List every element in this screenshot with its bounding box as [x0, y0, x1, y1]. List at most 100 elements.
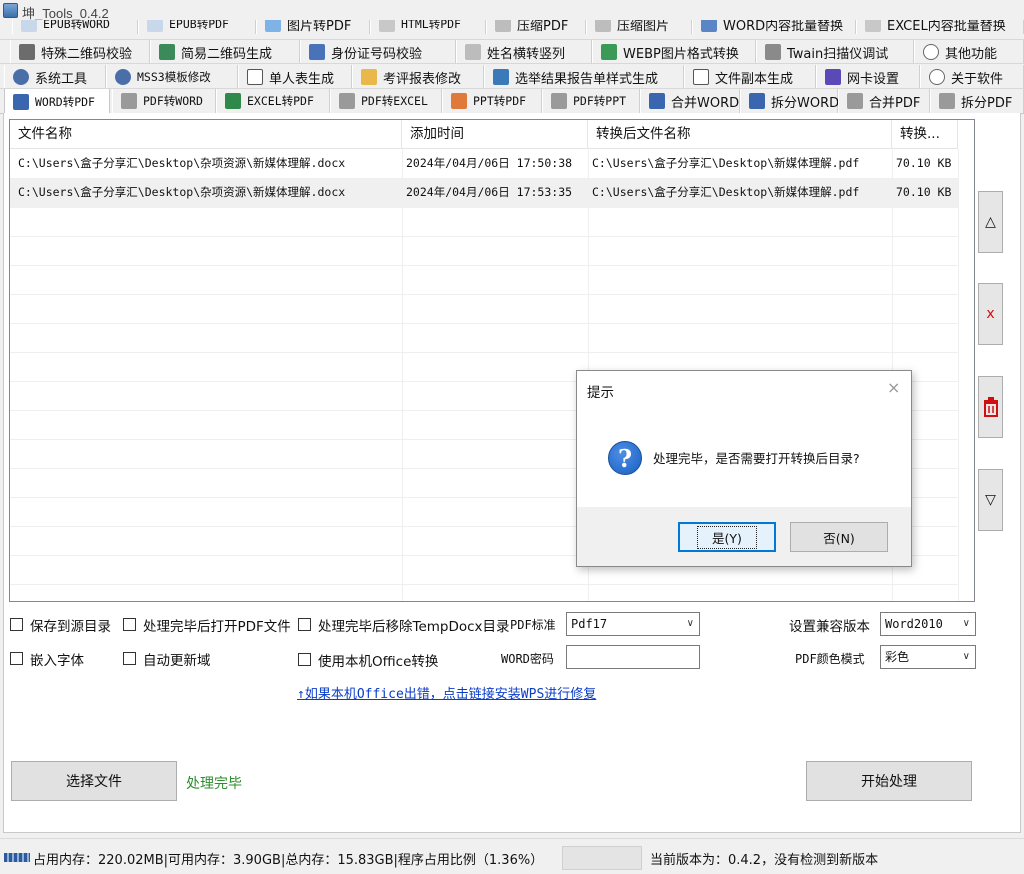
tab-label: WEBP图片格式转换: [623, 46, 739, 62]
tab-mss3-template[interactable]: MSS3模板修改: [106, 65, 238, 88]
yes-button[interactable]: 是(Y): [678, 522, 776, 552]
tab-merge-pdf[interactable]: 合并PDF: [838, 89, 930, 113]
use-office-checkbox[interactable]: [298, 653, 311, 666]
tab-pdf-to-excel[interactable]: PDF转EXCEL: [330, 89, 442, 113]
tab-html-to-pdf[interactable]: HTML转PDF: [370, 20, 486, 34]
tab-label: 身份证号码校验: [331, 46, 423, 62]
tab-simple-qr-gen[interactable]: 简易二维码生成: [150, 40, 300, 63]
scanner-icon: [765, 44, 781, 60]
column-header-added-time[interactable]: 添加时间: [402, 120, 588, 149]
html-icon: [379, 20, 395, 32]
tab-epub-to-word[interactable]: EPUB转WORD: [12, 20, 138, 34]
pdf-standard-label: PDF标准: [510, 618, 556, 632]
tab-merge-word[interactable]: 合并WORD: [640, 89, 740, 113]
title-bar: 坤_Tools_0.4.2: [0, 0, 1024, 22]
qrcode-icon: [19, 44, 35, 60]
select-file-button[interactable]: 选择文件: [11, 761, 177, 801]
tab-excel-batch-replace[interactable]: EXCEL内容批量替换: [856, 20, 1024, 34]
column-header-convert-size[interactable]: 转换...: [892, 120, 958, 149]
tab-label: EXCEL内容批量替换: [887, 20, 1006, 34]
chevron-down-icon: ∨: [962, 651, 970, 662]
file-icon: [693, 69, 709, 85]
remove-item-button[interactable]: x: [978, 283, 1003, 345]
tab-id-check[interactable]: 身份证号码校验: [300, 40, 456, 63]
tab-label: WORD内容批量替换: [723, 20, 844, 34]
tab-compress-pdf[interactable]: 压缩PDF: [486, 20, 586, 34]
tab-label: PDF转PPT: [573, 94, 627, 108]
tab-single-table[interactable]: 单人表生成: [238, 65, 352, 88]
pdf-color-mode-select[interactable]: 彩色 ∨: [880, 645, 976, 669]
tab-word-to-pdf[interactable]: WORD转PDF: [4, 89, 110, 113]
word-password-input[interactable]: [566, 645, 700, 669]
table-row[interactable]: C:\Users\盒子分享汇\Desktop\杂项资源\新媒体理解.docx 2…: [10, 149, 958, 178]
install-wps-link[interactable]: ↑如果本机Office出错，点击链接安装WPS进行修复: [297, 683, 596, 702]
cell-filename: C:\Users\盒子分享汇\Desktop\杂项资源\新媒体理解.docx: [18, 185, 346, 199]
tab-split-pdf[interactable]: 拆分PDF: [930, 89, 1024, 113]
tab-report-edit[interactable]: 考评报表修改: [352, 65, 484, 88]
auto-update-checkbox[interactable]: [123, 652, 136, 665]
compat-version-label: 设置兼容版本: [789, 619, 870, 635]
dialog-close-icon[interactable]: ×: [887, 378, 900, 397]
tab-election-report[interactable]: 选举结果报告单样式生成: [484, 65, 684, 88]
version-info: 当前版本为：0.4.2，没有检测到新版本: [650, 853, 879, 868]
pdf-color-mode-value: 彩色: [885, 650, 910, 664]
save-to-source-checkbox[interactable]: [10, 618, 23, 631]
tab-twain-debug[interactable]: Twain扫描仪调试: [756, 40, 914, 63]
grid-line: [10, 265, 958, 266]
confirm-dialog: 提示 × ? 处理完毕，是否需要打开转换后目录? 是(Y) 否(N): [576, 370, 912, 567]
remove-temp-checkbox[interactable]: [298, 618, 311, 631]
tab-epub-to-pdf[interactable]: EPUB转PDF: [138, 20, 256, 34]
tab-name-vertical[interactable]: 姓名横转竖列: [456, 40, 592, 63]
excel-icon: [865, 20, 881, 32]
tab-ppt-to-pdf[interactable]: PPT转PDF: [442, 89, 542, 113]
tab-row-epub: EPUB转WORD EPUB转PDF 图片转PDF HTML转PDF 压缩PDF…: [0, 20, 1024, 40]
tab-about[interactable]: 关于软件: [920, 65, 1024, 88]
remove-temp-label: 处理完毕后移除TempDocx目录: [318, 619, 510, 635]
tab-compress-image[interactable]: 压缩图片: [586, 20, 692, 34]
grid-line: [10, 584, 958, 585]
move-up-button[interactable]: △: [978, 191, 1003, 253]
tab-pdf-to-ppt[interactable]: PDF转PPT: [542, 89, 640, 113]
column-header-output-name[interactable]: 转换后文件名称: [588, 120, 892, 149]
compat-version-select[interactable]: Word2010 ∨: [880, 612, 976, 636]
clear-list-button[interactable]: [978, 376, 1003, 438]
tab-label: 其他功能: [945, 46, 998, 62]
tab-other-functions[interactable]: 其他功能: [914, 40, 1024, 63]
no-button[interactable]: 否(N): [790, 522, 888, 552]
more-icon: [923, 44, 939, 60]
pdf-standard-select[interactable]: Pdf17 ∨: [566, 612, 700, 636]
start-process-button[interactable]: 开始处理: [806, 761, 972, 801]
pdf-color-mode-label: PDF颜色模式: [795, 652, 865, 666]
embed-fonts-checkbox[interactable]: [10, 652, 23, 665]
tab-label: PDF转EXCEL: [361, 94, 428, 108]
tab-split-word[interactable]: 拆分WORD: [740, 89, 839, 113]
move-down-button[interactable]: ▽: [978, 469, 1003, 531]
tab-excel-to-pdf[interactable]: EXCEL转PDF: [216, 89, 330, 113]
tab-image-to-pdf[interactable]: 图片转PDF: [256, 20, 370, 34]
tab-file-copy[interactable]: 文件副本生成: [684, 65, 816, 88]
id-card-icon: [309, 44, 325, 60]
grid-line: [958, 149, 959, 601]
save-to-source-label: 保存到源目录: [30, 619, 111, 635]
ppt-icon: [451, 93, 467, 109]
open-pdf-after-checkbox[interactable]: [123, 618, 136, 631]
tab-special-qr-check[interactable]: 特殊二维码校验: [10, 40, 150, 63]
grid-line: [10, 178, 958, 179]
use-office-label: 使用本机Office转换: [318, 654, 439, 670]
tab-webp-convert[interactable]: WEBP图片格式转换: [592, 40, 756, 63]
pdf-icon: [847, 93, 863, 109]
tab-label: 合并WORD: [671, 95, 740, 111]
webp-icon: [601, 44, 617, 60]
tab-word-batch-replace[interactable]: WORD内容批量替换: [692, 20, 856, 34]
qrcode-icon: [159, 44, 175, 60]
tab-nic-settings[interactable]: 网卡设置: [816, 65, 920, 88]
network-icon: [825, 69, 841, 85]
question-icon: ?: [608, 441, 642, 475]
chevron-down-icon: ∨: [962, 618, 970, 629]
tab-system-tools[interactable]: 系统工具: [4, 65, 106, 88]
column-header-filename[interactable]: 文件名称: [10, 120, 402, 149]
tab-label: 选举结果报告单样式生成: [515, 71, 659, 87]
grid-line: [10, 294, 958, 295]
table-row-selected[interactable]: C:\Users\盒子分享汇\Desktop\杂项资源\新媒体理解.docx 2…: [10, 178, 958, 207]
tab-pdf-to-word[interactable]: PDF转WORD: [112, 89, 216, 113]
